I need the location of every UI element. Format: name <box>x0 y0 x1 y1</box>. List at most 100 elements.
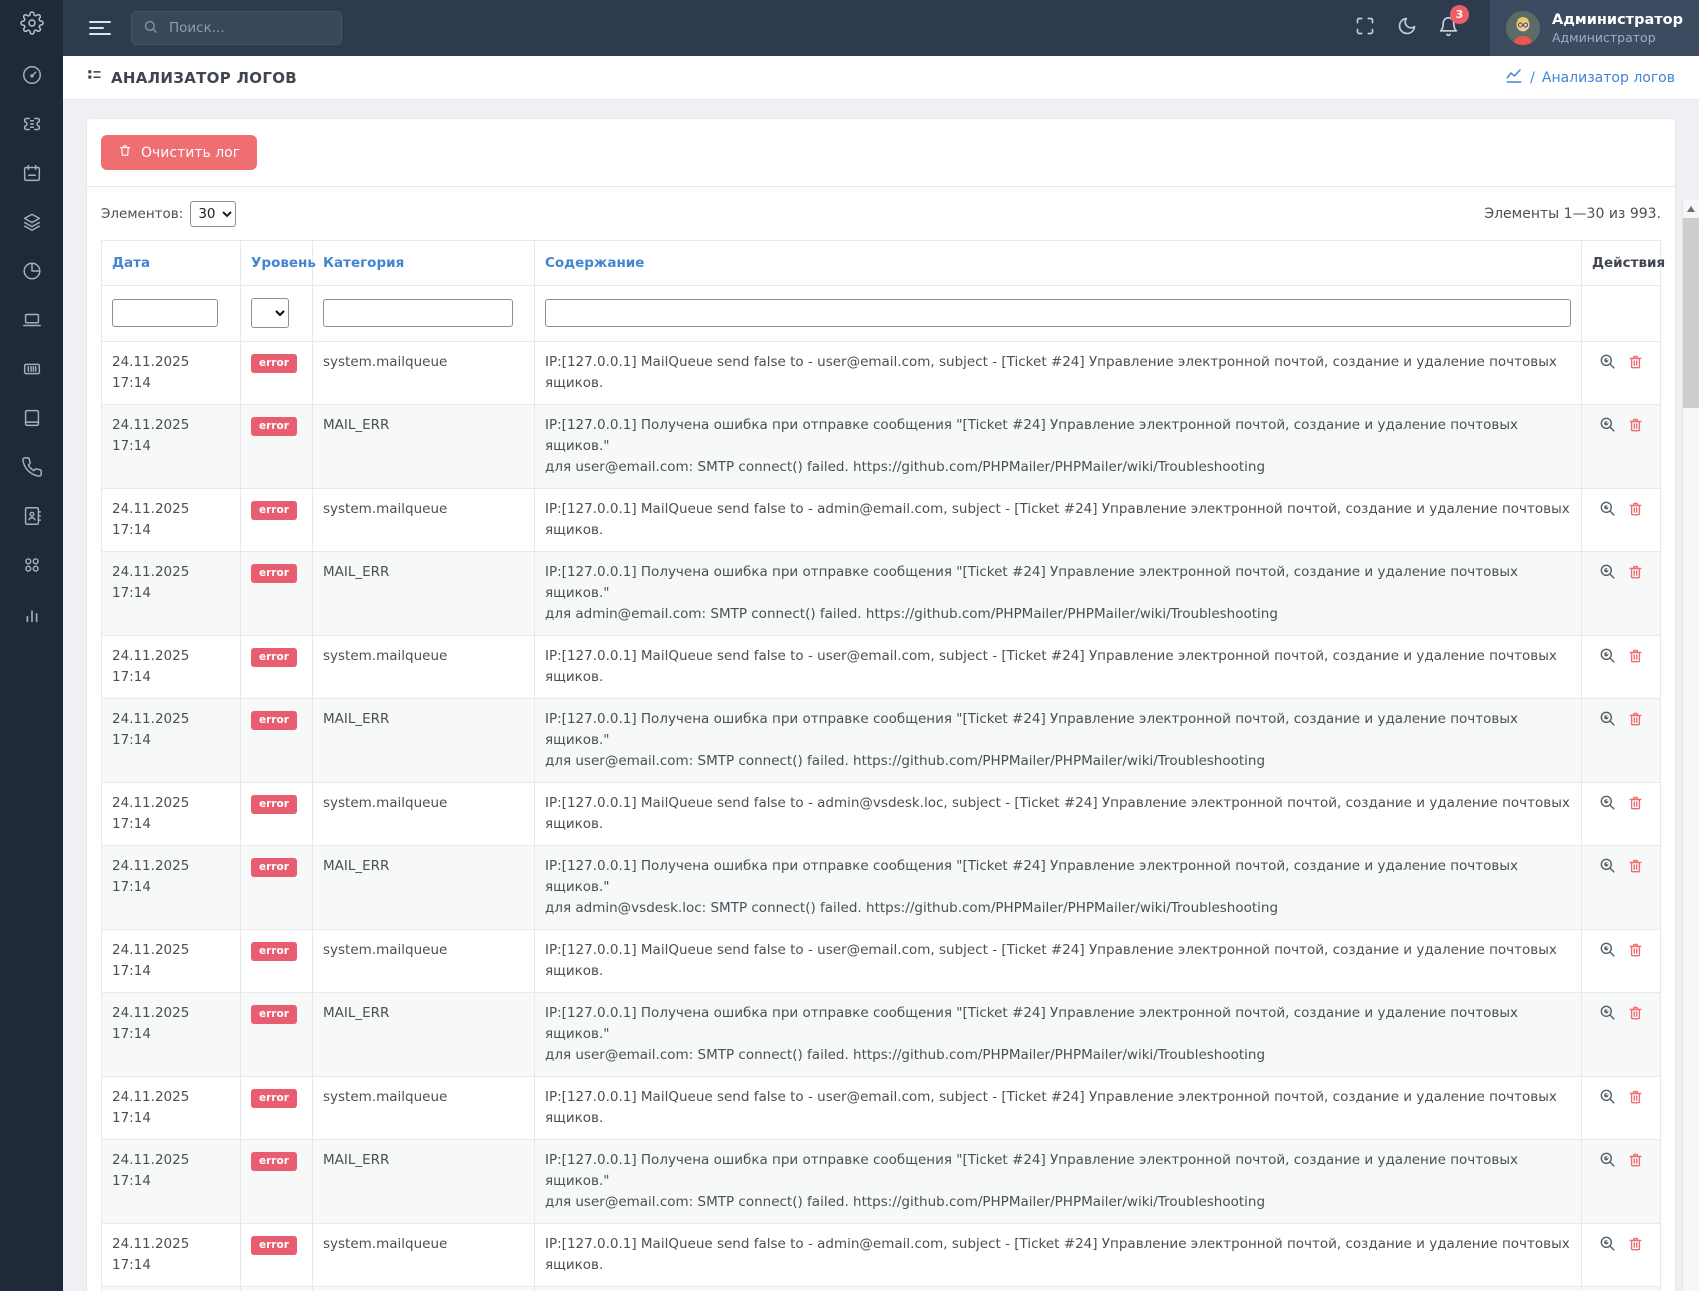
delete-log-button[interactable] <box>1627 1004 1644 1029</box>
sidebar-item-assets[interactable] <box>0 346 63 395</box>
view-log-button[interactable] <box>1598 793 1617 819</box>
category-filter-input[interactable] <box>323 299 513 327</box>
view-log-button[interactable] <box>1598 499 1617 525</box>
log-table-row: 24.11.2025 17:14 error MAIL_ERR IP:[127.… <box>102 405 1661 489</box>
view-log-button[interactable] <box>1598 646 1617 672</box>
card-body: Элементов: 30 Элементы 1—30 из 993. <box>87 187 1675 1291</box>
scrollbar-up-arrow[interactable] <box>1683 200 1699 217</box>
breadcrumb-current-link[interactable]: Анализатор логов <box>1542 70 1675 86</box>
sidebar-item-knowledge-base[interactable] <box>0 395 63 444</box>
vertical-scrollbar[interactable] <box>1682 200 1699 1291</box>
cell-date: 24.11.2025 17:14 <box>102 930 241 993</box>
content-area: Очистить лог Элементов: 30 Элементы 1—30… <box>63 100 1699 1291</box>
view-log-button[interactable] <box>1598 1003 1617 1029</box>
gear-icon <box>20 11 44 39</box>
delete-log-button[interactable] <box>1627 416 1644 441</box>
delete-log-button[interactable] <box>1627 857 1644 882</box>
sidebar-item-modules[interactable] <box>0 542 63 591</box>
laptop-icon <box>21 309 43 335</box>
phone-icon <box>21 456 43 482</box>
scrollbar-thumb[interactable] <box>1683 218 1699 408</box>
view-log-button[interactable] <box>1598 352 1617 378</box>
delete-log-button[interactable] <box>1627 353 1644 378</box>
fullscreen-button[interactable] <box>1344 16 1386 40</box>
view-log-button[interactable] <box>1598 1087 1617 1113</box>
sidebar-nav <box>0 49 63 640</box>
cell-content: IP:[127.0.0.1] Получена ошибка при отпра… <box>535 846 1582 930</box>
cell-content: IP:[127.0.0.1] MailQueue send false to -… <box>535 342 1582 405</box>
sidebar-item-settings[interactable] <box>0 0 63 49</box>
log-analyzer-card: Очистить лог Элементов: 30 Элементы 1—30… <box>87 119 1675 1291</box>
cell-category: system.mailqueue <box>313 930 535 993</box>
delete-log-button[interactable] <box>1627 1235 1644 1260</box>
cell-date: 24.11.2025 17:14 <box>102 1140 241 1224</box>
level-filter-select[interactable] <box>251 298 289 328</box>
view-magnifier-icon <box>1598 562 1617 588</box>
sidebar-item-tickets[interactable] <box>0 101 63 150</box>
cell-actions <box>1582 1077 1661 1140</box>
sidebar-item-reports[interactable] <box>0 248 63 297</box>
notifications-button[interactable]: 3 <box>1428 16 1470 41</box>
delete-log-button[interactable] <box>1627 941 1644 966</box>
search-input[interactable] <box>167 19 330 37</box>
delete-log-button[interactable] <box>1627 647 1644 672</box>
hamburger-icon[interactable] <box>89 17 113 39</box>
main-column: 3 Администратор Администратор АНАЛИЗАТОР… <box>63 0 1699 1291</box>
delete-log-button[interactable] <box>1627 1088 1644 1113</box>
date-filter-input[interactable] <box>112 299 218 327</box>
view-log-button[interactable] <box>1598 562 1617 588</box>
sidebar-item-layers[interactable] <box>0 199 63 248</box>
view-log-button[interactable] <box>1598 1234 1617 1260</box>
error-level-badge: error <box>251 417 297 436</box>
delete-log-button[interactable] <box>1627 794 1644 819</box>
content-filter-input[interactable] <box>545 299 1571 327</box>
cell-category: system.mailqueue <box>313 636 535 699</box>
cell-level: error <box>241 783 313 846</box>
trash-icon <box>1627 500 1644 525</box>
view-log-button[interactable] <box>1598 709 1617 735</box>
cell-date: 24.11.2025 17:14 <box>102 1224 241 1287</box>
view-log-button[interactable] <box>1598 1150 1617 1176</box>
sidebar-item-dashboard[interactable] <box>0 52 63 101</box>
per-page-select[interactable]: 30 <box>190 201 236 227</box>
cell-actions <box>1582 993 1661 1077</box>
delete-log-button[interactable] <box>1627 563 1644 588</box>
column-header-level[interactable]: Уровень <box>241 241 313 286</box>
column-header-category[interactable]: Категория <box>313 241 535 286</box>
sidebar-item-calendar[interactable] <box>0 150 63 199</box>
column-header-date[interactable]: Дата <box>102 241 241 286</box>
view-log-button[interactable] <box>1598 415 1617 441</box>
sidebar-item-statistics[interactable] <box>0 591 63 640</box>
cell-actions <box>1582 1224 1661 1287</box>
cell-content: IP:[127.0.0.1] MailQueue send false to -… <box>535 1224 1582 1287</box>
dark-mode-button[interactable] <box>1386 16 1428 40</box>
cell-category: MAIL_ERR <box>313 846 535 930</box>
user-name: Администратор <box>1552 11 1683 30</box>
cell-level: error <box>241 930 313 993</box>
column-header-content[interactable]: Содержание <box>535 241 1582 286</box>
delete-log-button[interactable] <box>1627 500 1644 525</box>
sidebar-item-contacts[interactable] <box>0 493 63 542</box>
view-magnifier-icon <box>1598 352 1617 378</box>
page-header: АНАЛИЗАТОР ЛОГОВ / Анализатор логов <box>63 56 1699 100</box>
trash-icon <box>1627 416 1644 441</box>
dashboard-icon <box>21 64 43 90</box>
cell-content: IP:[127.0.0.1] MailQueue send false to -… <box>535 636 1582 699</box>
log-table-row: 24.11.2025 17:14 error system.mailqueue … <box>102 1224 1661 1287</box>
cell-level: error <box>241 846 313 930</box>
sidebar-item-calls[interactable] <box>0 444 63 493</box>
sidebar-item-workstations[interactable] <box>0 297 63 346</box>
chart-line-icon <box>1505 67 1523 89</box>
error-level-badge: error <box>251 564 297 583</box>
user-menu[interactable]: Администратор Администратор <box>1490 0 1699 56</box>
app-root: 3 Администратор Администратор АНАЛИЗАТОР… <box>0 0 1699 1291</box>
address-book-icon <box>21 505 43 531</box>
column-header-actions: Действия <box>1582 241 1661 286</box>
delete-log-button[interactable] <box>1627 710 1644 735</box>
cell-level: error <box>241 342 313 405</box>
view-log-button[interactable] <box>1598 856 1617 882</box>
clear-log-button[interactable]: Очистить лог <box>101 135 257 170</box>
error-level-badge: error <box>251 1236 297 1255</box>
view-log-button[interactable] <box>1598 940 1617 966</box>
delete-log-button[interactable] <box>1627 1151 1644 1176</box>
